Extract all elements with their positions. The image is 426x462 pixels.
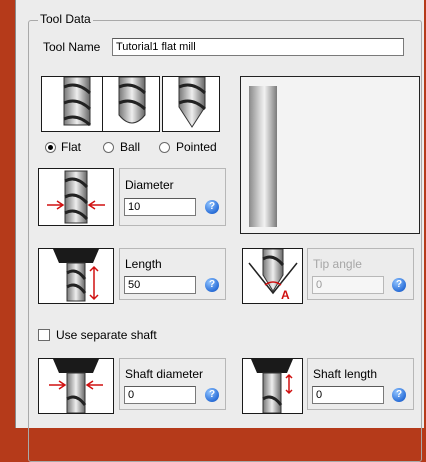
- tool-preview: [240, 76, 420, 234]
- ball-radio[interactable]: [103, 142, 114, 153]
- tool-name-input[interactable]: [112, 38, 404, 56]
- flat-radio-label: Flat: [61, 140, 82, 154]
- tool-name-label: Tool Name: [43, 40, 101, 54]
- group-title: Tool Data: [38, 12, 93, 26]
- tool-data-panel: Tool Data Tool Name Tutorial1 flat mill …: [15, 0, 424, 462]
- shaft-length-help-icon[interactable]: ?: [392, 388, 406, 402]
- shaft-diameter-input[interactable]: [124, 386, 196, 404]
- length-icon: [38, 248, 114, 304]
- diameter-icon: [38, 168, 114, 226]
- tip-angle-help-icon[interactable]: ?: [392, 278, 406, 292]
- ball-radio-label: Ball: [120, 140, 141, 154]
- diameter-help-icon[interactable]: ?: [205, 200, 219, 214]
- length-input[interactable]: [124, 276, 196, 294]
- shaft-length-label: Shaft length: [313, 367, 378, 381]
- separate-shaft-checkbox[interactable]: [38, 329, 50, 341]
- separate-shaft-label: Use separate shaft: [56, 328, 157, 342]
- shaft-diameter-icon: [38, 358, 114, 414]
- tip-angle-label: Tip angle: [313, 257, 362, 271]
- shaft-length-input[interactable]: [312, 386, 384, 404]
- diameter-input[interactable]: [124, 198, 196, 216]
- svg-text:A: A: [281, 288, 290, 302]
- length-label: Length: [125, 257, 162, 271]
- tip-angle-input[interactable]: [312, 276, 384, 294]
- tool-preview-shaft: [249, 86, 277, 227]
- length-help-icon[interactable]: ?: [205, 278, 219, 292]
- pointed-radio[interactable]: [159, 142, 170, 153]
- ball-tool-icon[interactable]: [102, 76, 160, 132]
- diameter-group: [119, 168, 226, 226]
- flat-radio[interactable]: [45, 142, 56, 153]
- pointed-radio-label: Pointed: [176, 140, 217, 154]
- shaft-diameter-label: Shaft diameter: [125, 367, 204, 381]
- shaft-diameter-help-icon[interactable]: ?: [205, 388, 219, 402]
- tip-angle-icon: A: [242, 248, 303, 304]
- pointed-tool-icon[interactable]: [162, 76, 220, 132]
- diameter-label: Diameter: [125, 178, 174, 192]
- shaft-length-icon: [242, 358, 303, 414]
